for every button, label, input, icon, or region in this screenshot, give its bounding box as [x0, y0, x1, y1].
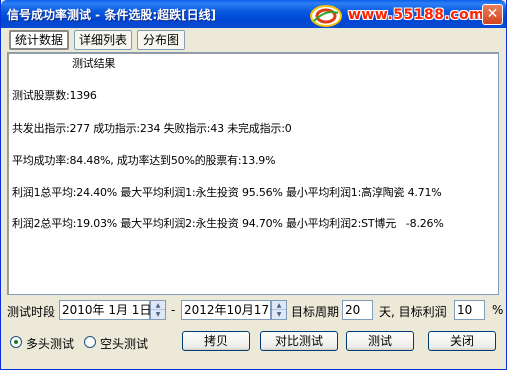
copy-button[interactable]: 拷贝 [182, 331, 250, 351]
close-button-label: 关闭 [449, 334, 474, 348]
date-range-dash: - [171, 303, 176, 317]
short-test-radio[interactable] [84, 336, 96, 348]
test-button-label: 测试 [367, 334, 392, 348]
results-stock-count: 测试股票数:1396 [12, 89, 97, 102]
chevron-down-icon[interactable]: ▼ [151, 310, 165, 319]
chevron-up-icon[interactable]: ▲ [151, 301, 165, 310]
percent-sign: % [492, 303, 504, 317]
results-text-area[interactable]: 测试结果 测试股票数:1396 共发出指示:277 成功指示:234 失败指示:… [7, 52, 499, 295]
start-date-field[interactable]: 2010年 1月 1日 [59, 300, 151, 320]
long-test-radio[interactable] [10, 336, 22, 348]
long-test-label[interactable]: 多头测试 [26, 335, 74, 352]
start-date-spinner[interactable]: ▲ ▼ [150, 300, 166, 320]
title-bar[interactable]: 信号成功率测试 - 条件选股:超跌[日线] www.55188.com ✕ [1, 0, 506, 28]
compare-test-button[interactable]: 对比测试 [260, 331, 338, 351]
tab-detail-list-label: 详细列表 [78, 33, 127, 47]
target-profit-label: 天, 目标利润 [379, 305, 447, 319]
end-date-field[interactable]: 2012年10月17日 [181, 300, 281, 320]
end-date-spinner[interactable]: ▲ ▼ [271, 300, 287, 320]
short-test-label[interactable]: 空头测试 [100, 335, 148, 352]
chevron-up-icon[interactable]: ▲ [272, 301, 286, 310]
compare-test-button-label: 对比测试 [274, 334, 323, 348]
results-heading: 测试结果 [72, 57, 116, 70]
window-close-button[interactable]: ✕ [482, 4, 503, 25]
tab-distribution-label: 分布图 [142, 33, 179, 47]
watermark-url: www.55188.com [348, 7, 485, 23]
signal-test-window: 信号成功率测试 - 条件选股:超跌[日线] www.55188.com ✕ 统计… [0, 0, 507, 370]
radio-selected-dot [14, 340, 18, 344]
target-period-input[interactable]: 20 [342, 300, 373, 320]
chevron-down-icon[interactable]: ▼ [272, 310, 286, 319]
watermark-logo-icon [310, 5, 342, 27]
target-profit-input[interactable]: 10 [454, 300, 485, 320]
tab-statistics[interactable]: 统计数据 [9, 30, 69, 50]
tab-statistics-label: 统计数据 [14, 33, 63, 47]
close-button[interactable]: 关闭 [428, 331, 496, 351]
tab-distribution[interactable]: 分布图 [137, 30, 185, 50]
target-period-label: 目标周期 [291, 305, 340, 319]
period-label: 测试时段 [7, 305, 56, 319]
results-success-rate: 平均成功率:84.48%, 成功率达到50%的股票有:13.9% [12, 154, 276, 167]
test-button[interactable]: 测试 [346, 331, 414, 351]
results-profit1: 利润1总平均:24.40% 最大平均利润1:永生投资 95.56% 最小平均利润… [12, 186, 442, 199]
results-profit2: 利润2总平均:19.03% 最大平均利润2:永生投资 94.70% 最小平均利润… [12, 217, 444, 230]
copy-button-label: 拷贝 [203, 334, 228, 348]
tab-detail-list[interactable]: 详细列表 [74, 30, 132, 50]
window-title: 信号成功率测试 - 条件选股:超跌[日线] [7, 8, 217, 22]
results-signals: 共发出指示:277 成功指示:234 失败指示:43 未完成指示:0 [12, 122, 292, 135]
close-icon: ✕ [486, 6, 499, 22]
